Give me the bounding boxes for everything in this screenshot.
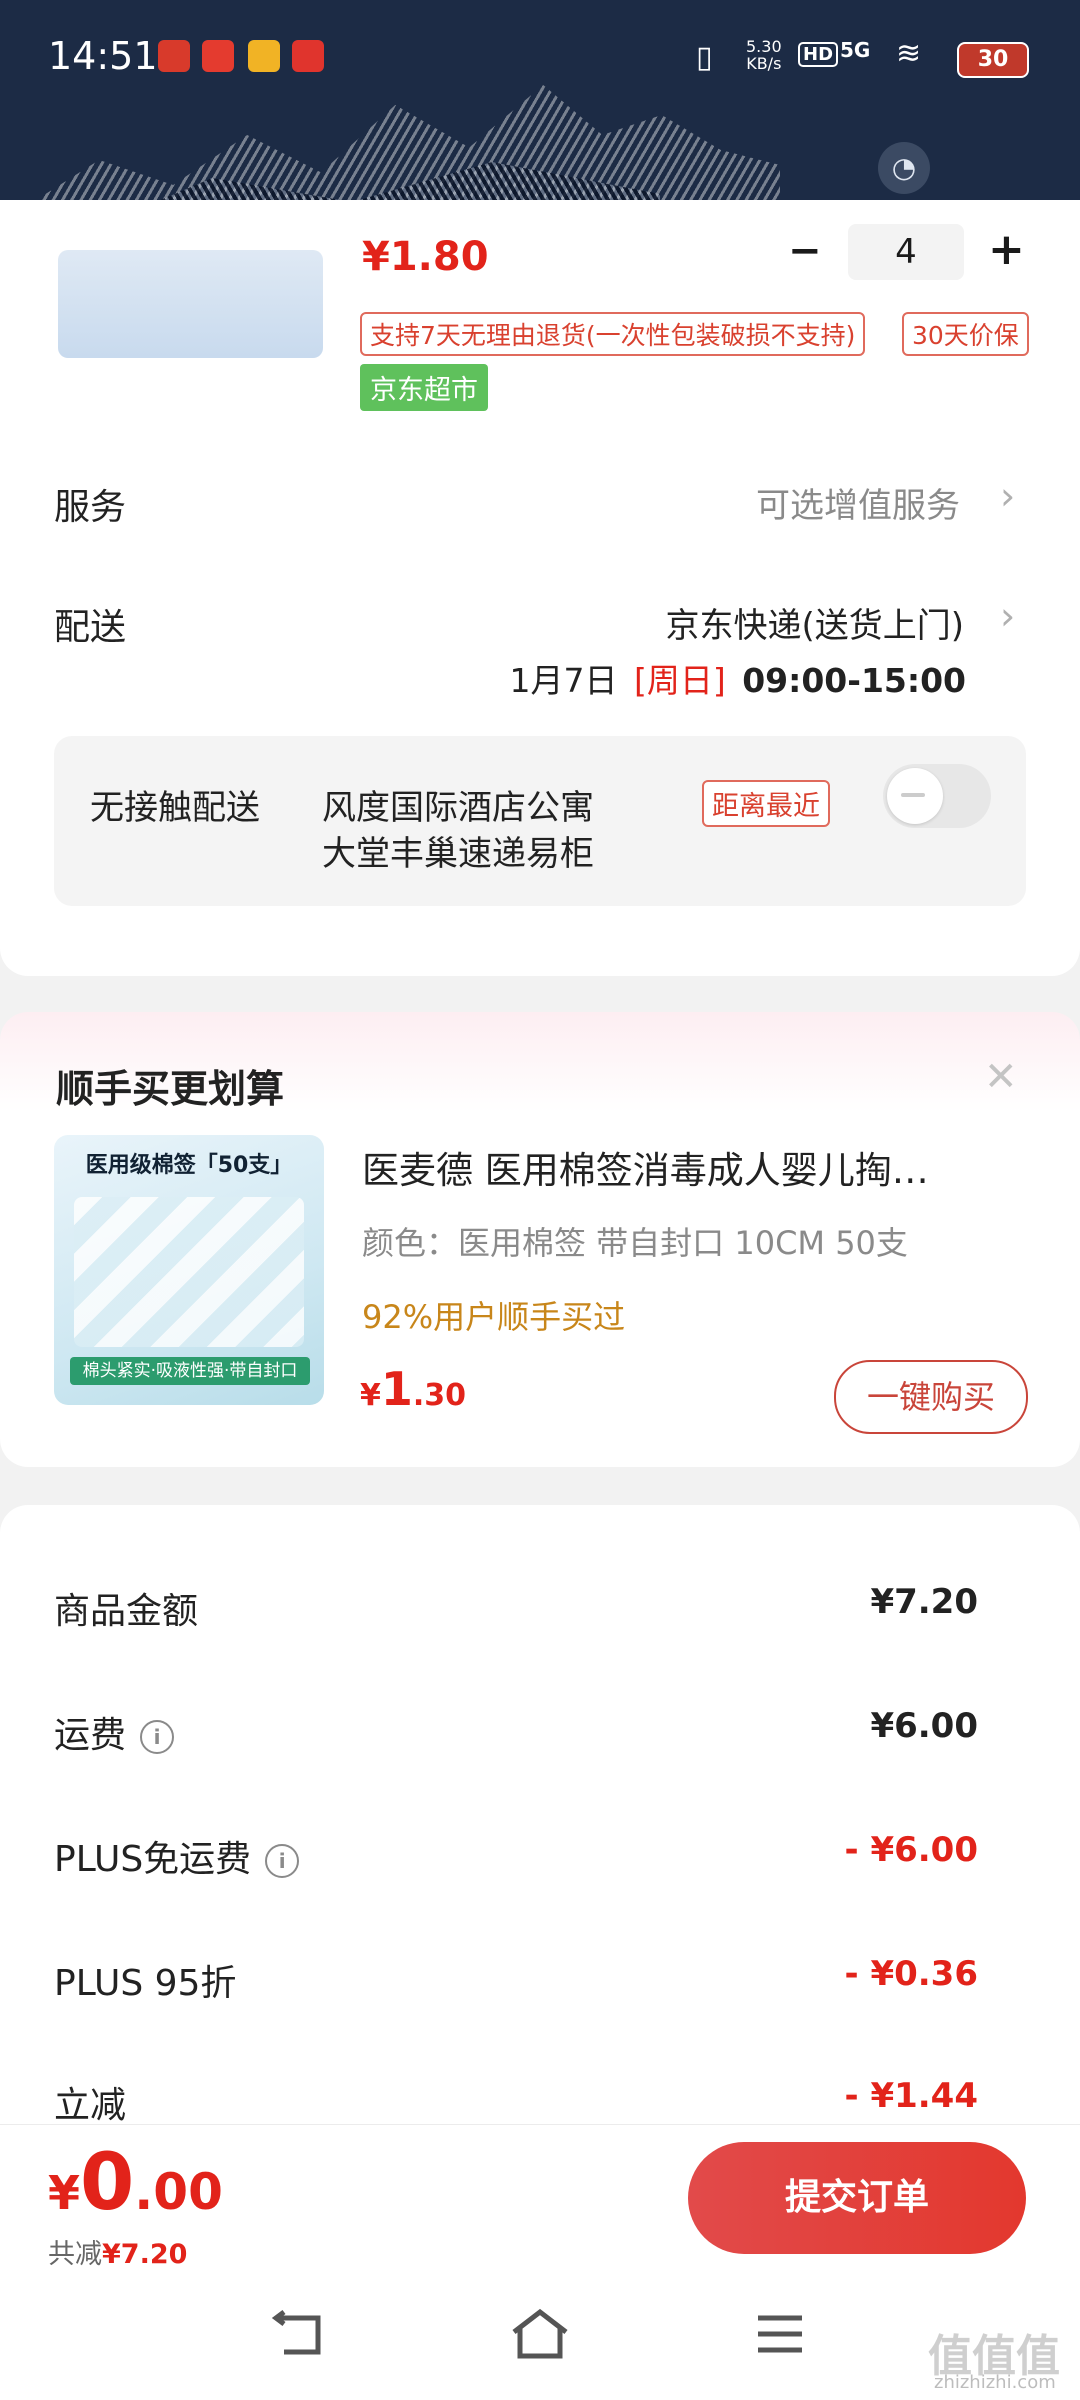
delivery-date: 1月7日 [509,661,618,700]
info-icon[interactable]: i [265,1844,300,1878]
one-click-buy-button[interactable]: 一键购买 [834,1360,1028,1434]
app-notification-icon [248,40,280,72]
delivery-method[interactable]: 京东快递(送货上门) [665,598,964,647]
app-notification-icon [292,40,324,72]
product-price: ¥1.80 [362,234,489,280]
contactless-label: 无接触配送 [90,788,260,828]
signal-icon: 5G [840,38,871,62]
delivery-schedule[interactable]: 1月7日 [周日] 09:00-15:00 [509,654,966,702]
wifi-icon: ≋ [896,36,922,71]
thumb-strip-text: 棉头紧实·吸液性强·带自封口 [70,1357,310,1385]
service-label: 服务 [54,487,127,528]
store-tag: 京东超市 [360,364,488,411]
total-saved: 共减¥7.20 [48,2239,188,2270]
delivery-weekday: [周日] [633,661,726,700]
network-speed-unit: KB/s [746,54,782,73]
status-time: 14:51 [48,34,158,78]
quantity-value[interactable]: 4 [848,224,964,280]
price-protect-tag: 30天价保 [902,312,1029,356]
quantity-minus-button[interactable]: − [788,228,822,274]
cross-sell-product-image[interactable]: 医用级棉签「50支」 棉头紧实·吸液性强·带自封口 [54,1135,324,1405]
summary-row-value: ¥7.20 [870,1582,978,1622]
hd-badge: HD [798,42,839,67]
chevron-right-icon[interactable]: › [1000,594,1015,638]
product-packages-illustration [74,1197,304,1347]
app-notification-icon [202,40,234,72]
summary-row-label: PLUS 95折 [54,1963,237,2004]
quantity-plus-button[interactable]: + [988,224,1025,275]
summary-row-value: - ¥0.36 [844,1954,979,1994]
submit-order-button[interactable]: 提交订单 [688,2142,1026,2254]
watermark-url: zhizhizhi.com [934,2372,1056,2393]
contactless-address-line2: 大堂丰巢速递易柜 [322,834,594,874]
cross-sell-social-proof: 92%用户顺手买过 [362,1298,626,1336]
menu-nav-icon[interactable] [754,2312,806,2356]
summary-row-value: ¥6.00 [870,1706,978,1746]
info-icon[interactable]: i [140,1720,175,1754]
cross-sell-title: 顺手买更划算 [56,1067,285,1111]
thumb-banner-text: 医用级棉签「50支」 [85,1153,293,1178]
return-policy-tag: 支持7天无理由退货(一次性包装破损不支持) [360,312,866,356]
cross-sell-product-spec: 颜色：医用棉签 带自封口 10CM 50支 [362,1224,908,1262]
cross-sell-price: ¥1.30 [360,1362,467,1416]
back-nav-icon[interactable] [270,2310,330,2360]
home-nav-icon[interactable] [508,2306,572,2362]
close-icon[interactable]: ✕ [984,1054,1018,1100]
cross-sell-product-name[interactable]: 医麦德 医用棉签消毒成人婴儿掏… [362,1140,1022,1194]
contactless-address-line1: 风度国际酒店公寓 [322,788,594,828]
summary-row-label: 运费 i [54,1706,175,1758]
battery-icon: 30 [957,42,1029,78]
delivery-time: 09:00-15:00 [742,661,966,700]
delivery-label: 配送 [54,607,127,648]
summary-row-label: PLUS免运费 i [54,1830,300,1882]
vibrate-icon: ▯ [696,40,713,75]
chevron-right-icon[interactable]: › [1000,474,1015,518]
summary-row-label: 商品金额 [54,1591,199,1632]
summary-row-label: 立减 [54,2085,127,2126]
total-price: ¥0.00 [48,2138,223,2228]
nearest-badge: 距离最近 [702,780,830,827]
face-icon[interactable]: ◔ [878,142,930,194]
product-image[interactable] [58,250,323,358]
service-value[interactable]: 可选增值服务 [756,478,960,527]
network-speed: 5.30 [746,37,782,56]
minus-icon [901,793,925,797]
app-notification-icon [158,40,190,72]
summary-row-value: - ¥1.44 [844,2076,979,2116]
summary-row-value: - ¥6.00 [844,1830,979,1870]
